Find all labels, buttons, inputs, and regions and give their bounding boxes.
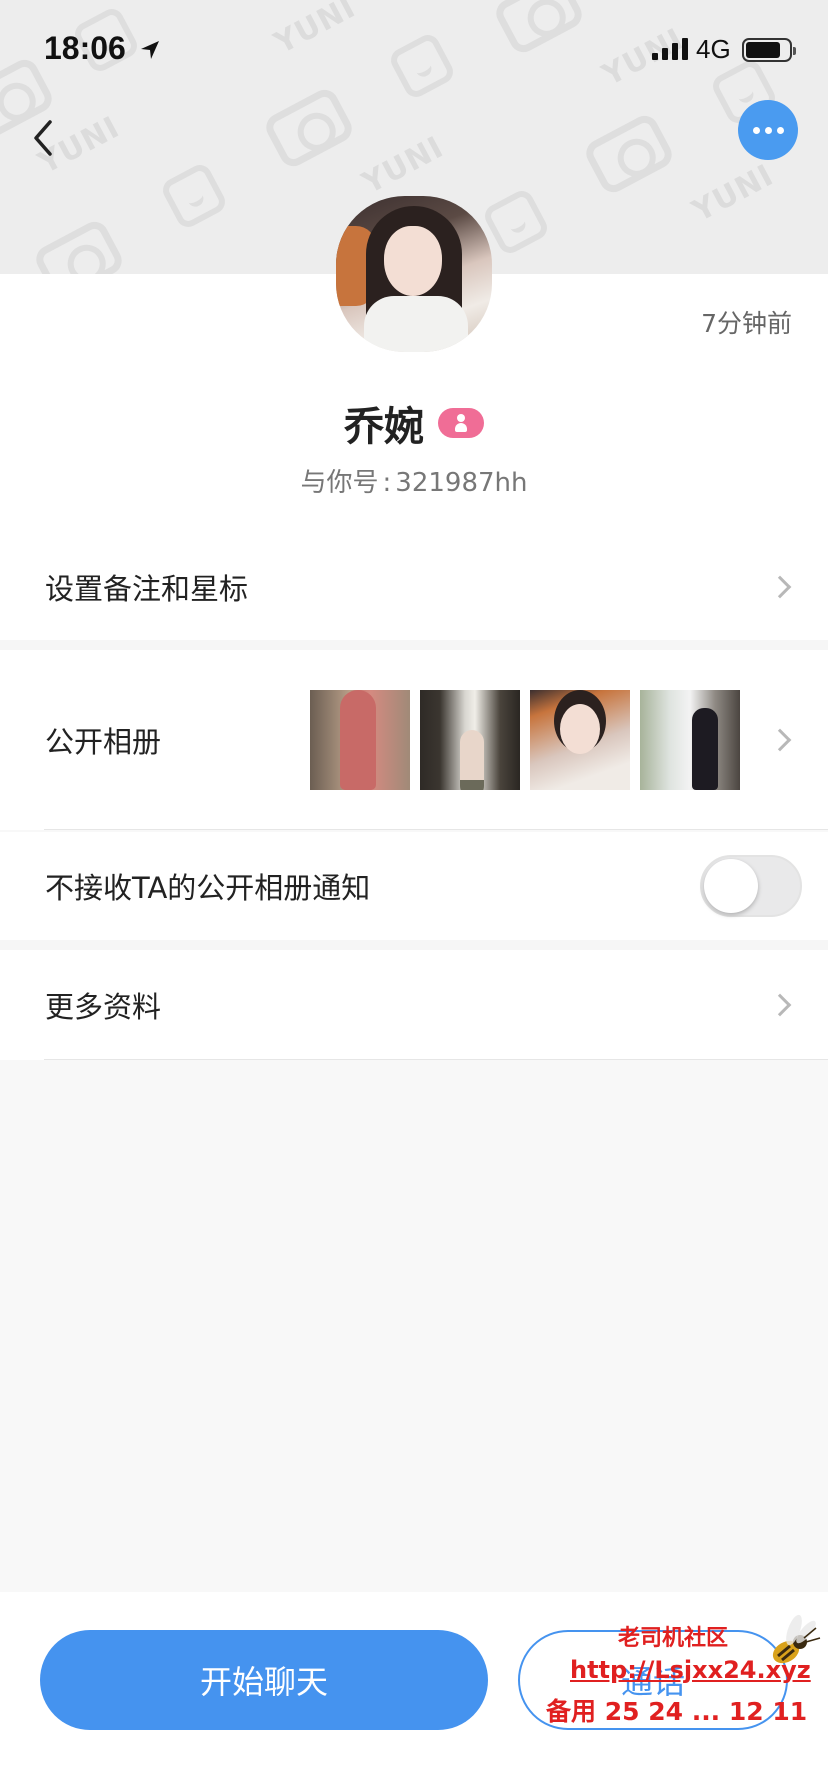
toggle-knob: [704, 859, 758, 913]
more-info-label: 更多资料: [45, 990, 162, 1024]
album-notify-row: 不接收TA的公开相册通知: [0, 832, 828, 940]
section-gap: [0, 940, 828, 950]
start-chat-button[interactable]: 开始聊天: [40, 1630, 488, 1730]
network-type: 4G: [696, 34, 731, 64]
back-chevron-icon: [34, 120, 52, 156]
remark-star-row[interactable]: 设置备注和星标: [0, 534, 828, 640]
more-dots-icon: [752, 126, 760, 134]
location-arrow-icon: [141, 41, 159, 59]
call-button[interactable]: 通话: [518, 1630, 788, 1730]
album-photos: [310, 690, 740, 790]
status-time: 18:06: [44, 30, 126, 66]
album-photo[interactable]: [310, 690, 410, 790]
public-album-row[interactable]: 公开相册: [0, 650, 828, 830]
user-id-value: 321987hh: [395, 468, 528, 498]
back-button[interactable]: [22, 112, 72, 162]
divider: [44, 829, 828, 830]
profile-name: 乔婉: [344, 404, 424, 450]
camera-icon: [261, 84, 357, 172]
more-info-row[interactable]: 更多资料: [0, 950, 828, 1060]
album-photo[interactable]: [530, 690, 630, 790]
female-gender-icon: [438, 408, 484, 438]
status-bar: 18:06 4G: [0, 0, 828, 96]
user-id: 与你号:321987hh: [0, 462, 828, 499]
signal-icon: [652, 38, 688, 60]
watermark-text: YUNI: [356, 129, 450, 202]
chevron-right-icon: [768, 728, 792, 752]
divider: [44, 1059, 828, 1060]
album-notify-label: 不接收TA的公开相册通知: [45, 871, 371, 905]
bottom-action-bar: 开始聊天 通话: [0, 1592, 828, 1792]
smile-icon: [480, 186, 552, 258]
battery-level: [746, 42, 780, 58]
watermark-text: YUNI: [686, 157, 780, 230]
more-button[interactable]: [738, 100, 798, 160]
camera-icon: [581, 110, 677, 198]
chevron-right-icon: [768, 993, 792, 1017]
album-photo[interactable]: [420, 690, 520, 790]
name-row: 乔婉: [0, 394, 828, 452]
chevron-right-icon: [768, 575, 792, 599]
section-gap: [0, 640, 828, 650]
smile-icon: [158, 160, 230, 232]
user-id-separator: :: [382, 468, 392, 498]
album-photo[interactable]: [640, 690, 740, 790]
camera-icon: [31, 216, 127, 274]
avatar[interactable]: [336, 196, 492, 352]
remark-star-label: 设置备注和星标: [45, 572, 249, 606]
user-id-label: 与你号: [300, 468, 379, 498]
battery-icon: [742, 38, 796, 62]
album-notify-toggle[interactable]: [700, 855, 802, 917]
last-seen-text: 7分钟前: [701, 309, 792, 338]
public-album-label: 公开相册: [45, 725, 162, 759]
